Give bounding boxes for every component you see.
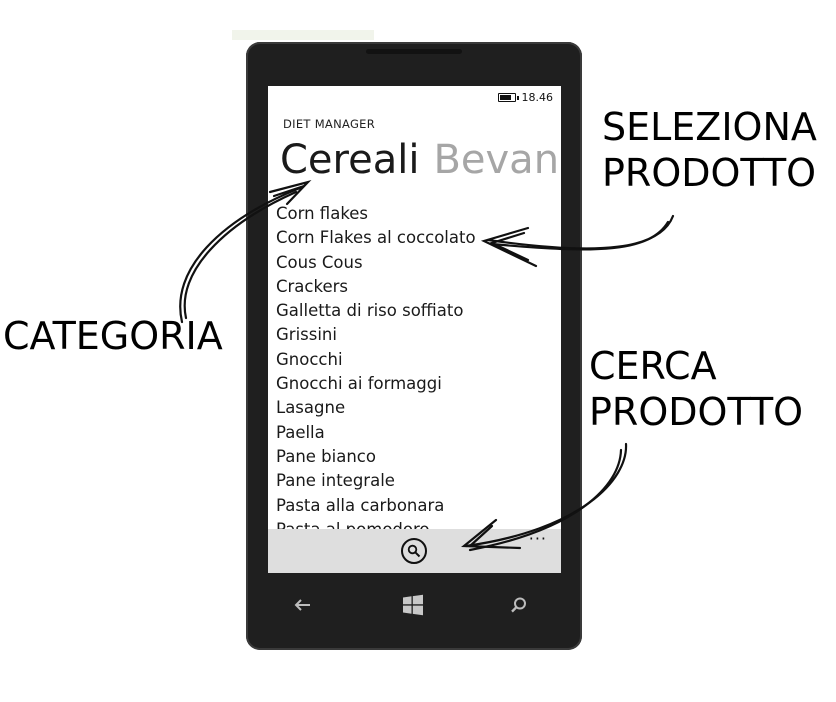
callout-line: PRODOTTO xyxy=(589,390,804,434)
callout-cerca-prodotto: CERCA PRODOTTO xyxy=(589,343,803,435)
more-options-button[interactable]: ··· xyxy=(529,529,547,548)
callout-line: PRODOTTO xyxy=(602,151,817,195)
callout-line: CERCA xyxy=(589,344,717,388)
list-item[interactable]: Pane bianco xyxy=(276,445,476,469)
phone-screen: 18.46 DIET MANAGER Cereali Bevand Corn fl… xyxy=(268,86,561,573)
list-item[interactable]: Gnocchi ai formaggi xyxy=(276,372,476,396)
hardware-search-button[interactable] xyxy=(504,590,534,620)
list-item[interactable]: Corn Flakes al coccolato xyxy=(276,226,476,250)
list-item[interactable]: Gnocchi xyxy=(276,348,476,372)
search-icon xyxy=(511,597,526,613)
phone-speaker xyxy=(366,49,462,54)
list-item[interactable]: Lasagne xyxy=(276,396,476,420)
app-bar: ··· xyxy=(268,529,561,573)
list-item[interactable]: Pasta alla carbonara xyxy=(276,494,476,518)
list-item[interactable]: Pane integrale xyxy=(276,469,476,493)
pivot-header: Cereali Bevand xyxy=(280,136,561,184)
list-item[interactable]: Corn flakes xyxy=(276,202,476,226)
product-list: Corn flakes Corn Flakes al coccolato Cou… xyxy=(276,202,476,542)
callout-line: SELEZIONA xyxy=(602,105,817,149)
callout-categoria: CATEGORIA xyxy=(3,314,223,358)
phone-device: 18.46 DIET MANAGER Cereali Bevand Corn fl… xyxy=(246,42,582,650)
scan-artifact xyxy=(232,30,374,40)
start-button[interactable] xyxy=(398,590,428,620)
list-item[interactable]: Crackers xyxy=(276,275,476,299)
list-item[interactable]: Grissini xyxy=(276,323,476,347)
list-item[interactable]: Galletta di riso soffiato xyxy=(276,299,476,323)
status-time: 18.46 xyxy=(521,90,554,104)
battery-icon xyxy=(497,92,519,102)
search-icon xyxy=(407,544,421,558)
list-item[interactable]: Cous Cous xyxy=(276,251,476,275)
back-button[interactable] xyxy=(288,590,318,620)
search-button[interactable] xyxy=(401,538,427,564)
status-bar: 18.46 xyxy=(497,89,554,105)
back-arrow-icon xyxy=(294,599,310,611)
hardware-nav-bar xyxy=(246,590,582,620)
windows-logo-icon xyxy=(403,594,423,616)
pivot-tab-bevande[interactable]: Bevand xyxy=(433,137,561,183)
pivot-tab-cereali[interactable]: Cereali xyxy=(280,137,419,183)
callout-seleziona-prodotto: SELEZIONA PRODOTTO xyxy=(602,104,817,196)
list-item[interactable]: Paella xyxy=(276,421,476,445)
app-title: DIET MANAGER xyxy=(283,117,376,131)
